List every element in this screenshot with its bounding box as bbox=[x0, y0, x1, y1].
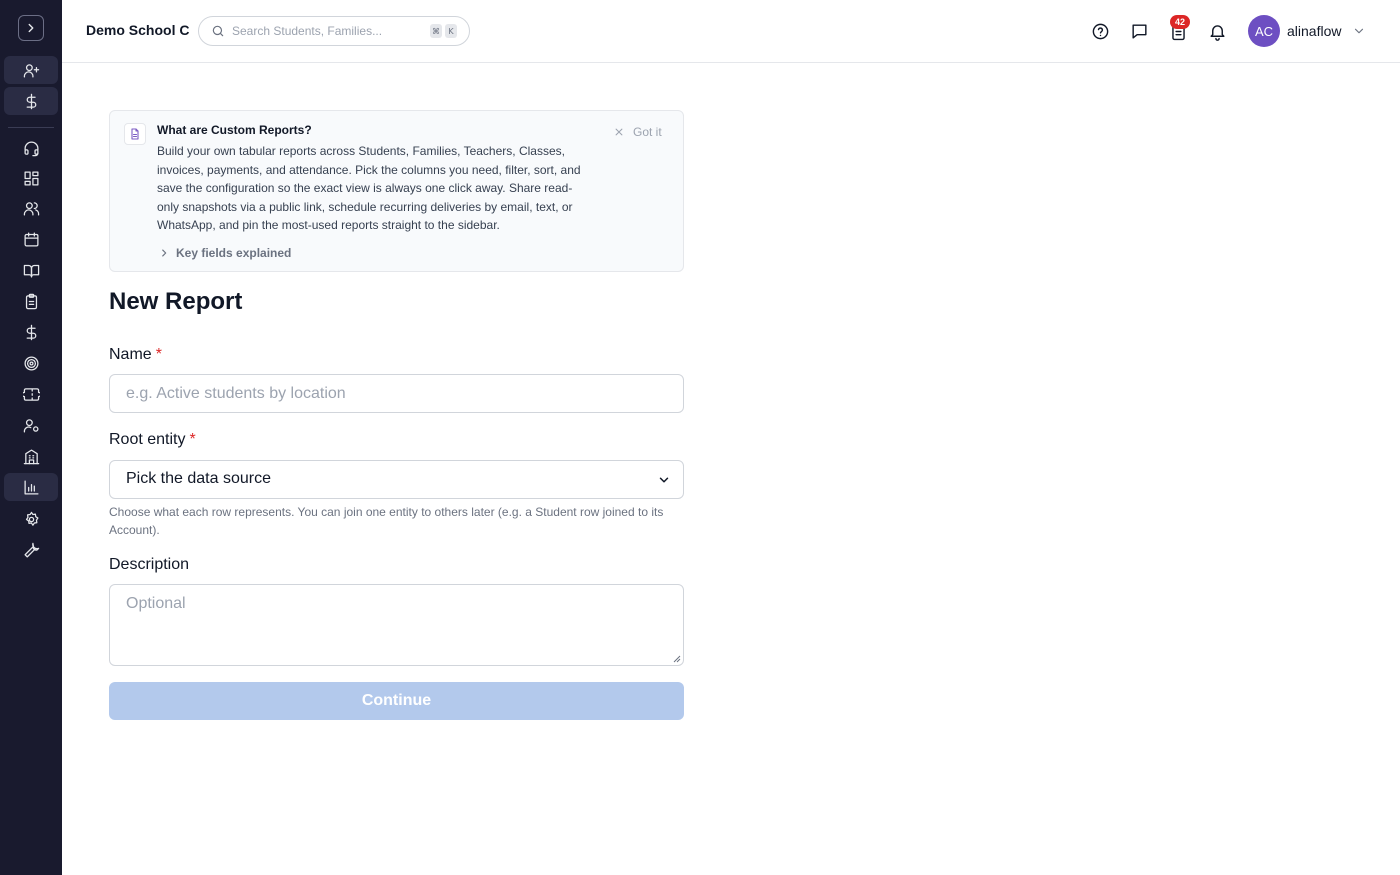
close-icon bbox=[615, 128, 623, 136]
notifications-button[interactable] bbox=[1206, 20, 1228, 42]
sidebar-item-calendar[interactable] bbox=[4, 225, 58, 253]
chat-icon bbox=[1131, 23, 1147, 39]
help-button[interactable] bbox=[1089, 20, 1111, 42]
sidebar-item-dashboard[interactable] bbox=[4, 164, 58, 192]
building-icon bbox=[23, 448, 39, 464]
name-label: Name * bbox=[109, 346, 162, 363]
page-title: New Report bbox=[109, 288, 243, 315]
dollar-icon bbox=[26, 93, 36, 109]
key-fields-toggle[interactable]: Key fields explained bbox=[159, 246, 291, 260]
sidebar-item-finance[interactable] bbox=[4, 318, 58, 346]
avatar[interactable]: AC bbox=[1248, 15, 1280, 47]
chevron-down-icon bbox=[659, 477, 669, 483]
chevron-down-icon[interactable] bbox=[1352, 24, 1366, 38]
username[interactable]: alinaflow bbox=[1287, 23, 1341, 39]
sidebar-item-staff[interactable] bbox=[4, 411, 58, 439]
wrench-icon bbox=[23, 542, 39, 558]
bell-icon bbox=[1209, 24, 1225, 41]
search-input[interactable] bbox=[232, 24, 412, 38]
got-it-label: Got it bbox=[633, 125, 662, 139]
shortcut-key-k: K bbox=[445, 24, 457, 38]
messages-button[interactable] bbox=[1128, 20, 1150, 42]
key-fields-label: Key fields explained bbox=[176, 246, 292, 260]
sidebar-item-settings[interactable] bbox=[4, 505, 58, 533]
continue-button[interactable]: Continue bbox=[109, 682, 684, 720]
custom-reports-info-card: What are Custom Reports? Build your own … bbox=[109, 110, 684, 272]
book-icon bbox=[23, 264, 39, 278]
name-field[interactable] bbox=[109, 374, 684, 413]
headset-icon bbox=[23, 140, 39, 156]
sidebar-item-reports[interactable] bbox=[4, 473, 58, 501]
sidebar-item-goals[interactable] bbox=[4, 349, 58, 377]
calendar-icon bbox=[23, 231, 39, 247]
top-bar: Demo School C ⌘ K 42 AC alinaflow bbox=[62, 0, 1400, 63]
sidebar-item-people[interactable] bbox=[4, 194, 58, 222]
info-card-body: Build your own tabular reports across St… bbox=[157, 144, 581, 233]
sidebar-item-courses[interactable] bbox=[4, 256, 58, 284]
sidebar-item-tasks[interactable] bbox=[4, 287, 58, 315]
sidebar-expand-button[interactable] bbox=[18, 15, 44, 41]
sidebar-item-add-student[interactable] bbox=[4, 56, 58, 84]
ticket-icon bbox=[22, 387, 40, 401]
root-entity-label: Root entity * bbox=[109, 431, 196, 448]
name-input[interactable] bbox=[110, 375, 683, 412]
sidebar bbox=[0, 0, 62, 875]
document-icon bbox=[124, 123, 146, 145]
required-mark: * bbox=[189, 431, 196, 448]
dashboard-icon bbox=[23, 170, 39, 186]
description-field[interactable] bbox=[109, 584, 684, 666]
user-plus-icon bbox=[23, 63, 39, 78]
sidebar-item-billing[interactable] bbox=[4, 87, 58, 115]
sidebar-item-support[interactable] bbox=[4, 134, 58, 162]
school-name[interactable]: Demo School C bbox=[86, 22, 189, 38]
chevron-right-icon bbox=[162, 249, 167, 257]
search-box[interactable]: ⌘ K bbox=[198, 16, 470, 46]
user-settings-icon bbox=[23, 418, 39, 433]
info-card-title: What are Custom Reports? bbox=[157, 123, 312, 137]
target-icon bbox=[23, 355, 39, 371]
required-mark: * bbox=[155, 346, 162, 363]
chevron-right-icon bbox=[28, 23, 34, 33]
tasks-count-badge: 42 bbox=[1170, 15, 1190, 29]
bar-chart-icon bbox=[23, 479, 39, 495]
search-icon bbox=[212, 25, 224, 37]
sidebar-divider bbox=[8, 127, 54, 128]
got-it-button[interactable]: Got it bbox=[614, 125, 662, 139]
description-label: Description bbox=[109, 556, 190, 573]
resize-handle-icon[interactable] bbox=[673, 655, 681, 663]
help-circle-icon bbox=[1092, 23, 1108, 39]
clipboard-icon bbox=[25, 293, 37, 309]
description-textarea[interactable] bbox=[110, 585, 683, 665]
gear-icon bbox=[25, 511, 39, 526]
sidebar-item-tickets[interactable] bbox=[4, 380, 58, 408]
root-entity-help: Choose what each row represents. You can… bbox=[109, 505, 664, 537]
root-entity-value: Pick the data source bbox=[126, 470, 271, 487]
shortcut-key-cmd: ⌘ bbox=[430, 24, 442, 38]
sidebar-item-locations[interactable] bbox=[4, 442, 58, 470]
users-icon bbox=[23, 201, 39, 216]
sidebar-item-tools[interactable] bbox=[4, 536, 58, 564]
dollar-icon bbox=[26, 324, 36, 340]
root-entity-select[interactable]: Pick the data source bbox=[109, 460, 684, 499]
